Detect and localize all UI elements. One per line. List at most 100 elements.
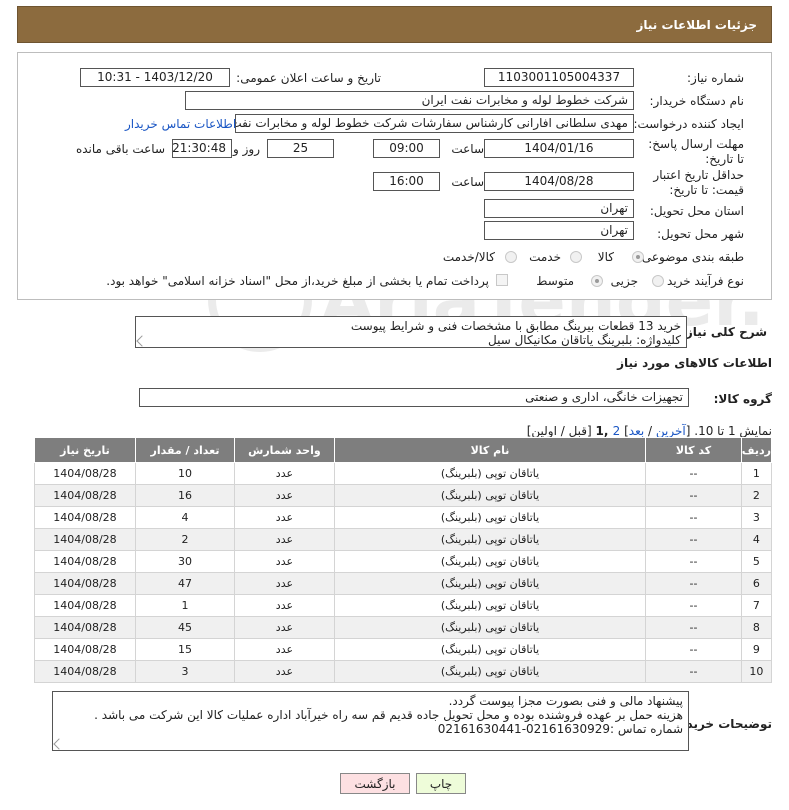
resize-handle-icon[interactable]: [53, 738, 65, 750]
contact-info-link[interactable]: اطلاعات تماس خریدار: [125, 117, 236, 131]
table-row[interactable]: 1 -- یاتاقان توپی (بلبرینگ) عدد 10 1404/08/28: [34, 462, 773, 485]
category-option-goods: کالا: [597, 250, 614, 264]
buyer-notes-textarea[interactable]: پیشنهاد مالی و فنی بصورت مجزا پیوست گردد…: [52, 691, 689, 751]
cell-item-code: --: [645, 660, 742, 683]
reply-time-label: ساعت: [451, 142, 484, 156]
cell-quantity: 4: [134, 506, 236, 529]
category-radio-service[interactable]: [570, 251, 582, 263]
table-row[interactable]: 5 -- یاتاقان توپی (بلبرینگ) عدد 30 1404/08/28: [34, 550, 773, 573]
process-radio-medium[interactable]: [591, 275, 603, 287]
category-label: طبقه بندی موضوعی:: [637, 250, 744, 264]
cell-row-number: 1: [740, 462, 773, 485]
col-header-unit: واحد شمارش: [234, 437, 335, 463]
price-time-label: ساعت: [451, 175, 484, 189]
payment-note: پرداخت تمام یا بخشی از مبلغ خرید،از محل …: [106, 274, 489, 288]
buyer-field[interactable]: شرکت خطوط لوله و مخابرات نفت ایران: [185, 91, 634, 110]
cell-item-name: یاتاقان توپی (بلبرینگ): [333, 572, 647, 595]
table-row[interactable]: 3 -- یاتاقان توپی (بلبرینگ) عدد 4 1404/08/28: [34, 506, 773, 529]
cell-need-date: 1404/08/28: [34, 550, 136, 573]
treasury-checkbox[interactable]: [496, 274, 508, 286]
buyer-label: نام دستگاه خریدار:: [649, 94, 745, 108]
remaining-days-field[interactable]: 25: [267, 139, 334, 158]
category-radio-goods[interactable]: [632, 251, 644, 263]
cell-unit: عدد: [234, 484, 335, 507]
table-row[interactable]: 2 -- یاتاقان توپی (بلبرینگ) عدد 16 1404/08/28: [34, 484, 773, 507]
price-time-field[interactable]: 16:00: [373, 172, 440, 191]
cell-need-date: 1404/08/28: [34, 660, 136, 683]
pagination-last-link[interactable]: آخرین: [656, 424, 686, 438]
province-field[interactable]: تهران: [484, 199, 634, 218]
cell-unit: عدد: [234, 638, 335, 661]
pagination-prefix: نمایش 1 تا 10. [: [685, 424, 772, 438]
cell-item-code: --: [645, 572, 742, 595]
process-option-medium: متوسط: [536, 274, 574, 288]
table-row[interactable]: 9 -- یاتاقان توپی (بلبرینگ) عدد 15 1404/08/28: [34, 638, 773, 661]
buyer-notes-line-1: پیشنهاد مالی و فنی بصورت مجزا پیوست گردد…: [448, 694, 683, 708]
page-header: جزئیات اطلاعات نیاز: [17, 6, 772, 43]
pagination: نمایش 1 تا 10. [آخرین / بعد] 2 ,1 [قبل /…: [527, 424, 772, 438]
pagination-sep: /: [644, 424, 656, 438]
reply-deadline-label: مهلت ارسال پاسخ: تا تاریخ:: [648, 137, 744, 166]
reply-date-field[interactable]: 1404/01/16: [484, 139, 634, 158]
announce-field[interactable]: 1403/12/20 - 10:31: [80, 68, 230, 87]
table-row[interactable]: 10 -- یاتاقان توپی (بلبرینگ) عدد 3 1404/08/28: [34, 660, 773, 683]
cell-item-name: یاتاقان توپی (بلبرینگ): [333, 594, 647, 617]
category-option-service: خدمت: [529, 250, 561, 264]
col-header-qty: تعداد / مقدار: [134, 437, 236, 463]
cell-item-code: --: [645, 462, 742, 485]
cell-row-number: 5: [740, 550, 773, 573]
category-radio-goods-service[interactable]: [505, 251, 517, 263]
cell-quantity: 10: [134, 462, 236, 485]
reply-time-field[interactable]: 09:00: [373, 139, 440, 158]
col-header-name: نام کالا: [333, 437, 647, 463]
buyer-notes-line-3: شماره تماس :02161630929-02161630441: [437, 722, 683, 736]
need-number-field[interactable]: 1103001105004337: [484, 68, 634, 87]
cell-quantity: 47: [134, 572, 236, 595]
cell-row-number: 3: [740, 506, 773, 529]
price-deadline-label: حداقل تاریخ اعتبار قیمت: تا تاریخ:: [653, 168, 744, 197]
cell-need-date: 1404/08/28: [34, 572, 136, 595]
cell-row-number: 2: [740, 484, 773, 507]
creator-label: ایجاد کننده درخواست:: [633, 117, 744, 131]
cell-item-name: یاتاقان توپی (بلبرینگ): [333, 550, 647, 573]
cell-item-name: یاتاقان توپی (بلبرینگ): [333, 616, 647, 639]
city-field[interactable]: تهران: [484, 221, 634, 240]
print-button[interactable]: چاپ: [416, 773, 466, 794]
cell-unit: عدد: [234, 572, 335, 595]
cell-item-code: --: [645, 528, 742, 551]
table-row[interactable]: 6 -- یاتاقان توپی (بلبرینگ) عدد 47 1404/08/28: [34, 572, 773, 595]
cell-quantity: 1: [134, 594, 236, 617]
description-line-2: کلیدواژه: بلبرینگ یاتاقان مکانیکال سیل: [487, 333, 681, 347]
cell-quantity: 3: [134, 660, 236, 683]
cell-item-name: یاتاقان توپی (بلبرینگ): [333, 506, 647, 529]
table-row[interactable]: 7 -- یاتاقان توپی (بلبرینگ) عدد 1 1404/08/28: [34, 594, 773, 617]
cell-item-name: یاتاقان توپی (بلبرینگ): [333, 462, 647, 485]
process-radio-minor[interactable]: [652, 275, 664, 287]
cell-row-number: 9: [740, 638, 773, 661]
goods-group-field[interactable]: تجهیزات خانگی، اداری و صنعتی: [139, 388, 689, 407]
pagination-next-link[interactable]: بعد: [629, 424, 644, 438]
description-textarea[interactable]: خرید 13 قطعات بیرینگ مطابق با مشخصات فنی…: [135, 316, 687, 348]
remaining-time-field[interactable]: 21:30:48: [172, 139, 232, 158]
cell-need-date: 1404/08/28: [34, 506, 136, 529]
city-label: شهر محل تحویل:: [657, 227, 744, 241]
pagination-current-page: ,1: [595, 424, 613, 438]
table-row[interactable]: 8 -- یاتاقان توپی (بلبرینگ) عدد 45 1404/08/28: [34, 616, 773, 639]
process-option-minor: جزیی: [610, 274, 638, 288]
category-option-goods-service: کالا/خدمت: [442, 250, 495, 264]
cell-row-number: 4: [740, 528, 773, 551]
cell-unit: عدد: [234, 660, 335, 683]
cell-item-code: --: [645, 550, 742, 573]
table-row[interactable]: 4 -- یاتاقان توپی (بلبرینگ) عدد 2 1404/08/28: [34, 528, 773, 551]
items-table: ردیف کد کالا نام کالا واحد شمارش تعداد /…: [34, 437, 773, 683]
cell-need-date: 1404/08/28: [34, 638, 136, 661]
cell-unit: عدد: [234, 528, 335, 551]
cell-quantity: 2: [134, 528, 236, 551]
back-button[interactable]: بازگشت: [340, 773, 410, 794]
cell-row-number: 10: [740, 660, 773, 683]
table-body: 1 -- یاتاقان توپی (بلبرینگ) عدد 10 1404/08/28…: [34, 462, 773, 683]
remaining-label: ساعت باقی مانده: [75, 142, 165, 156]
cell-row-number: 8: [740, 616, 773, 639]
price-date-field[interactable]: 1404/08/28: [484, 172, 634, 191]
creator-field[interactable]: مهدی سلطانی افارانی کارشناس سفارشات شرکت…: [235, 114, 634, 133]
